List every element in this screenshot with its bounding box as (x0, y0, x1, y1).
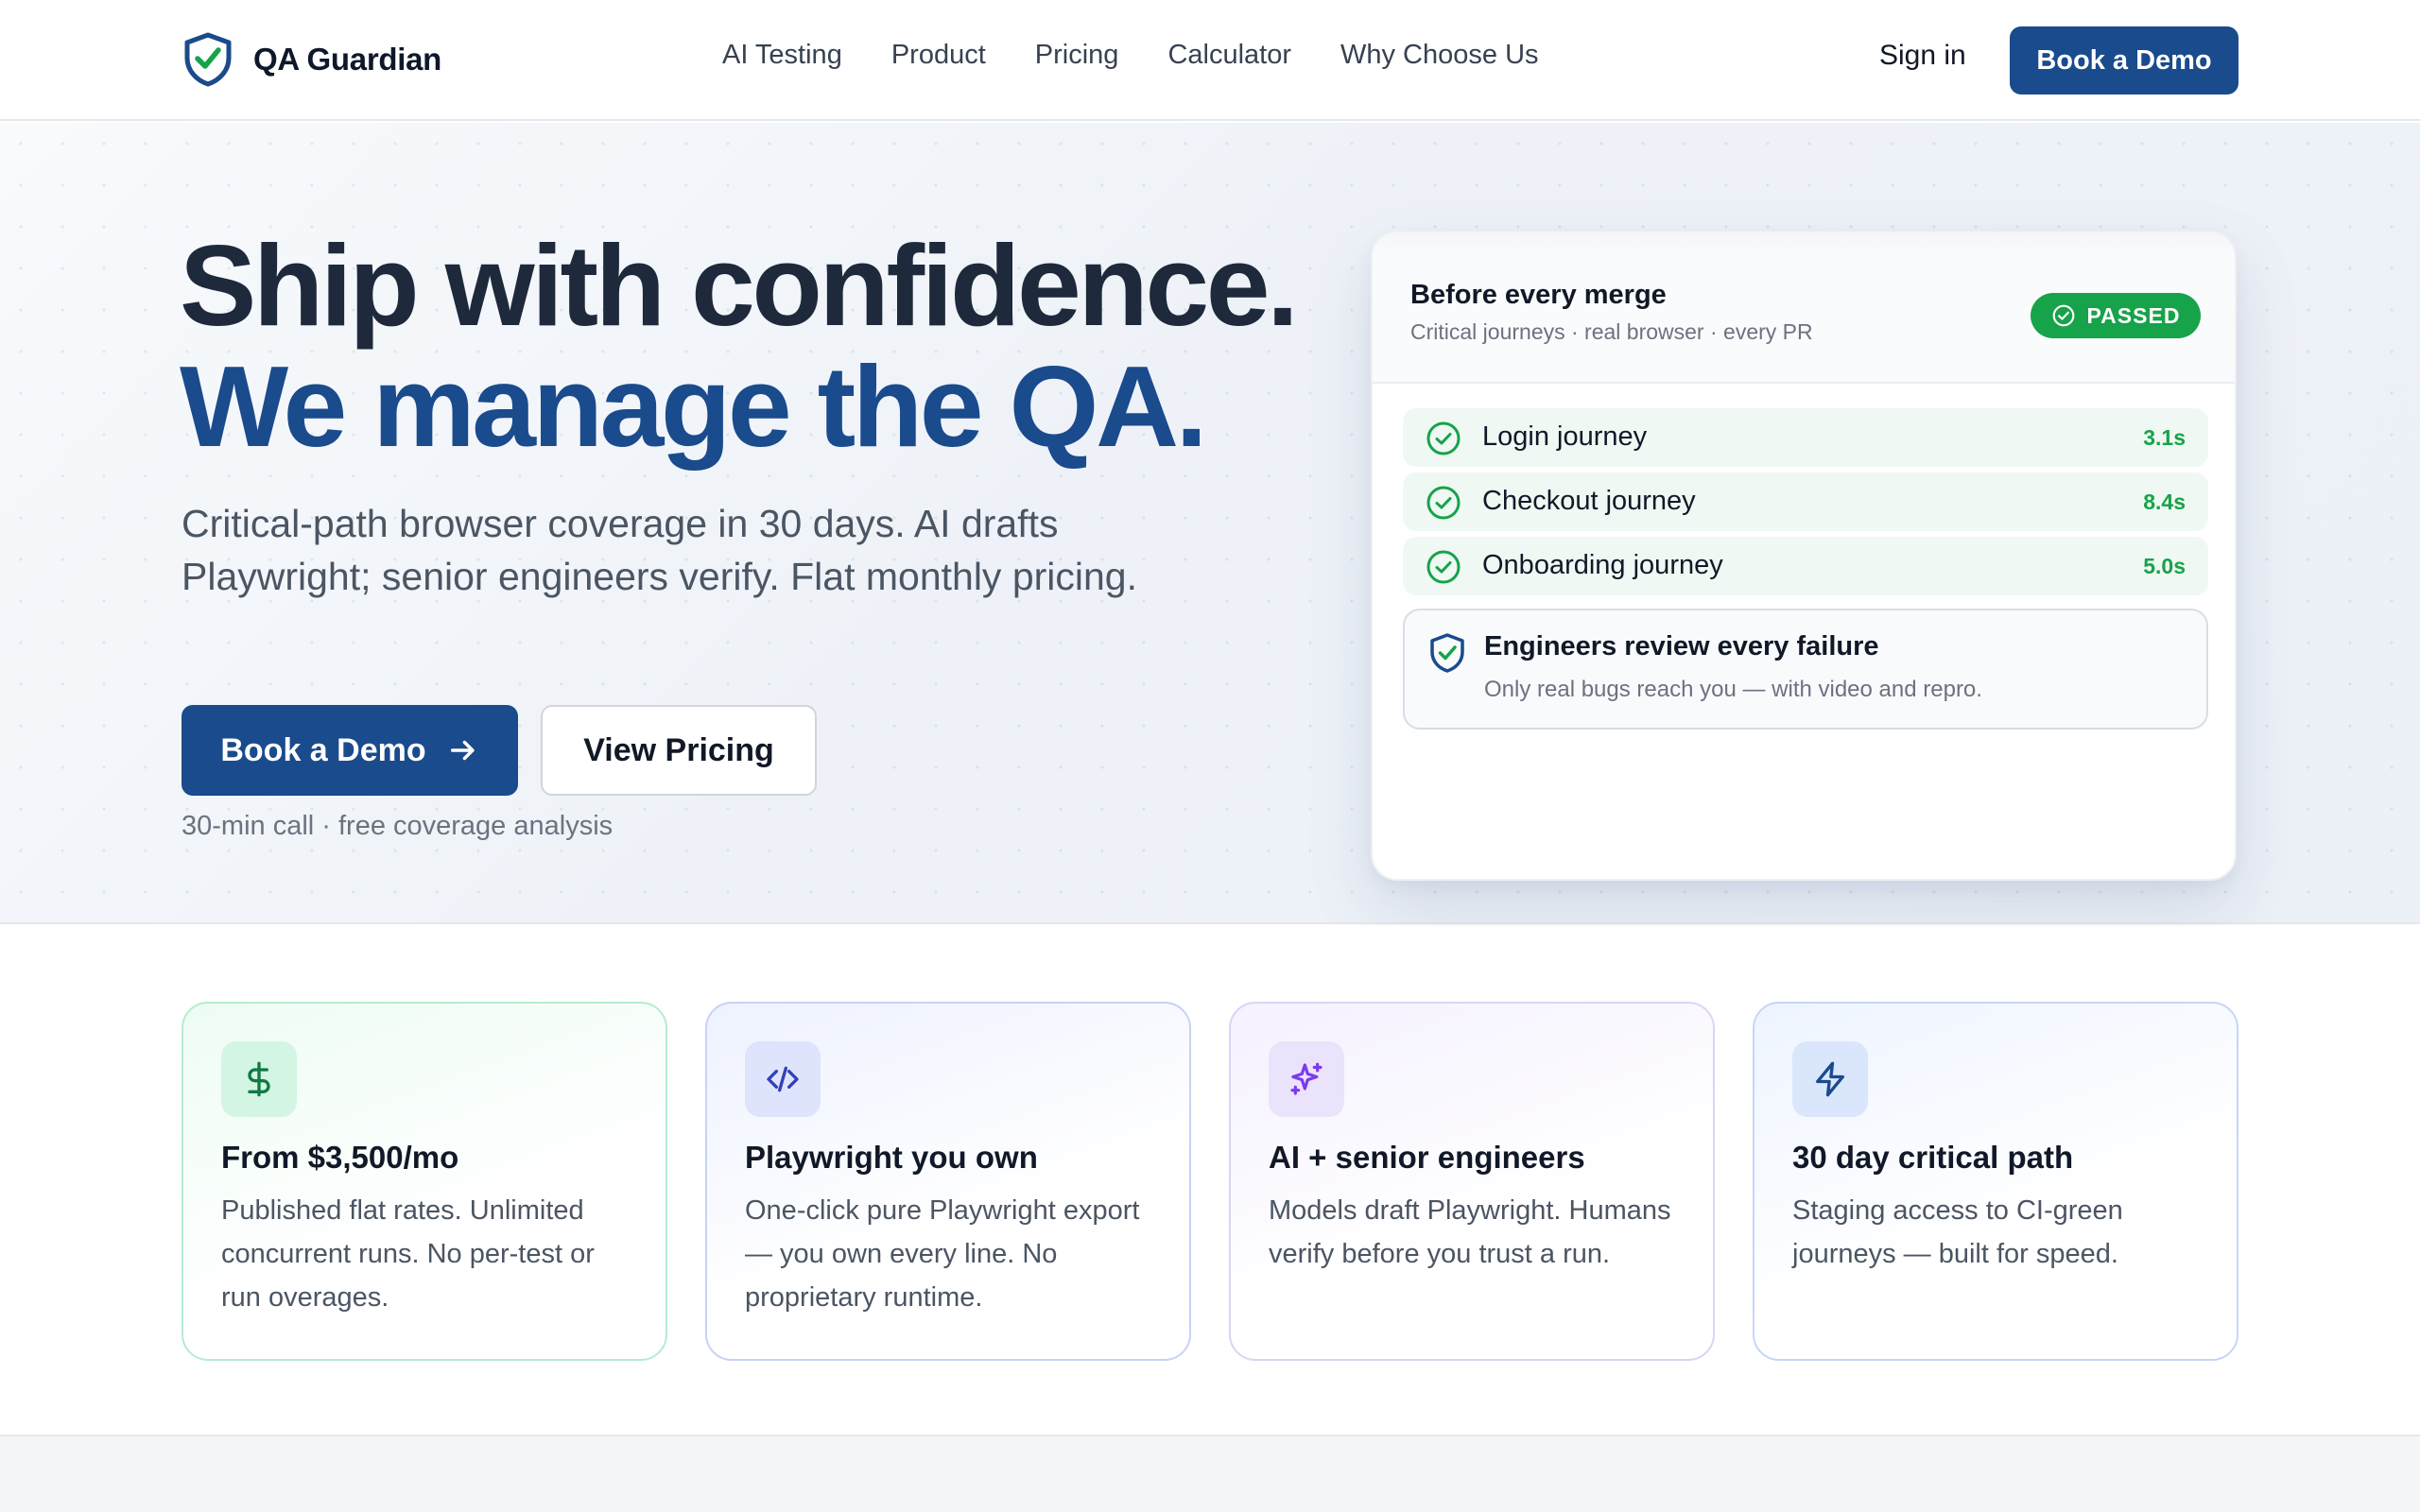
engineer-review-panel: Engineers review every failure Only real… (1403, 609, 2208, 730)
next-section-edge (0, 1435, 2420, 1512)
hero-section: Ship with confidence. We manage the QA. … (0, 123, 2420, 924)
journey-duration: 5.0s (2143, 554, 2186, 578)
review-title: Engineers review every failure (1484, 631, 1879, 662)
shield-check-icon (1430, 633, 1464, 673)
feature-text: One-click pure Playwright export — you o… (745, 1195, 1140, 1313)
hero-subtext: Critical-path browser coverage in 30 day… (182, 502, 1137, 598)
journey-name: Onboarding journey (1482, 550, 1723, 580)
code-icon (767, 1066, 799, 1092)
check-circle-icon (1426, 486, 1461, 520)
headline-line-1: Ship with confidence. (180, 221, 1299, 350)
nav-link-product[interactable]: Product (891, 40, 986, 71)
shield-check-icon (184, 32, 232, 87)
feature-text: Published flat rates. Unlimited concurre… (221, 1195, 595, 1313)
features-section: From $3,500/mo Published flat rates. Unl… (0, 926, 2420, 1436)
feature-title: Playwright you own (745, 1140, 1038, 1175)
feature-card-ai-engineers: AI + senior engineers Models draft Playw… (1229, 1002, 1715, 1361)
lightning-icon (1816, 1061, 1844, 1097)
check-circle-icon (1426, 421, 1461, 455)
status-badge: PASSED (2031, 293, 2201, 338)
journey-duration: 3.1s (2143, 425, 2186, 450)
arrow-right-icon (450, 740, 475, 761)
feature-text: Staging access to CI-green journeys — bu… (1792, 1195, 2123, 1269)
card-header: Before every merge Critical journeys · r… (1373, 232, 2235, 384)
feature-text: Models draft Playwright. Humans verify b… (1269, 1195, 1671, 1269)
feature-icon-wrap (1269, 1041, 1344, 1117)
dollar-icon (248, 1061, 270, 1097)
headline-line-2: We manage the QA. (180, 342, 1207, 471)
feature-title: AI + senior engineers (1269, 1140, 1585, 1175)
feature-title: 30 day critical path (1792, 1140, 2074, 1175)
feature-card-playwright: Playwright you own One-click pure Playwr… (705, 1002, 1191, 1361)
cta-note: 30-min call · free coverage analysis (182, 811, 614, 841)
brand-name: QA Guardian (253, 42, 442, 77)
journey-row: Login journey 3.1s (1403, 408, 2208, 467)
feature-icon-wrap (745, 1041, 821, 1117)
hero-headline: Ship with confidence. We manage the QA. (180, 221, 1299, 471)
nav-link-why-choose-us[interactable]: Why Choose Us (1340, 40, 1539, 71)
journey-duration: 8.4s (2143, 490, 2186, 514)
journey-name: Login journey (1482, 421, 1648, 452)
check-circle-icon (1426, 550, 1461, 584)
nav-links: AI Testing Product Pricing Calculator Wh… (722, 40, 1539, 71)
feature-card-pricing: From $3,500/mo Published flat rates. Unl… (182, 1002, 667, 1361)
journey-row: Checkout journey 8.4s (1403, 472, 2208, 531)
status-badge-label: PASSED (2086, 302, 2181, 328)
book-demo-label: Book a Demo (220, 731, 426, 768)
top-navigation: QA Guardian AI Testing Product Pricing C… (0, 0, 2420, 121)
review-subtitle: Only real bugs reach you — with video an… (1484, 677, 1982, 702)
brand-logo-link[interactable]: QA Guardian (183, 32, 441, 87)
journey-row: Onboarding journey 5.0s (1403, 537, 2208, 595)
sparkles-icon (1290, 1062, 1322, 1095)
book-demo-nav-button[interactable]: Book a Demo (2010, 26, 2238, 94)
feature-title: From $3,500/mo (221, 1140, 459, 1175)
view-pricing-button[interactable]: View Pricing (541, 705, 817, 796)
feature-card-critical-path: 30 day critical path Staging access to C… (1753, 1002, 2238, 1361)
sign-in-link[interactable]: Sign in (1879, 40, 1966, 72)
nav-link-ai-testing[interactable]: AI Testing (722, 40, 842, 71)
card-subtitle: Critical journeys · real browser · every… (1410, 319, 1813, 344)
check-circle-icon (2052, 304, 2074, 327)
journey-name: Checkout journey (1482, 486, 1696, 516)
nav-link-pricing[interactable]: Pricing (1035, 40, 1119, 71)
card-title: Before every merge (1410, 280, 1667, 310)
feature-icon-wrap (1792, 1041, 1868, 1117)
nav-link-calculator[interactable]: Calculator (1167, 40, 1291, 71)
merge-status-card: Before every merge Critical journeys · r… (1371, 231, 2237, 881)
book-demo-hero-button[interactable]: Book a Demo (182, 705, 518, 796)
feature-icon-wrap (221, 1041, 297, 1117)
